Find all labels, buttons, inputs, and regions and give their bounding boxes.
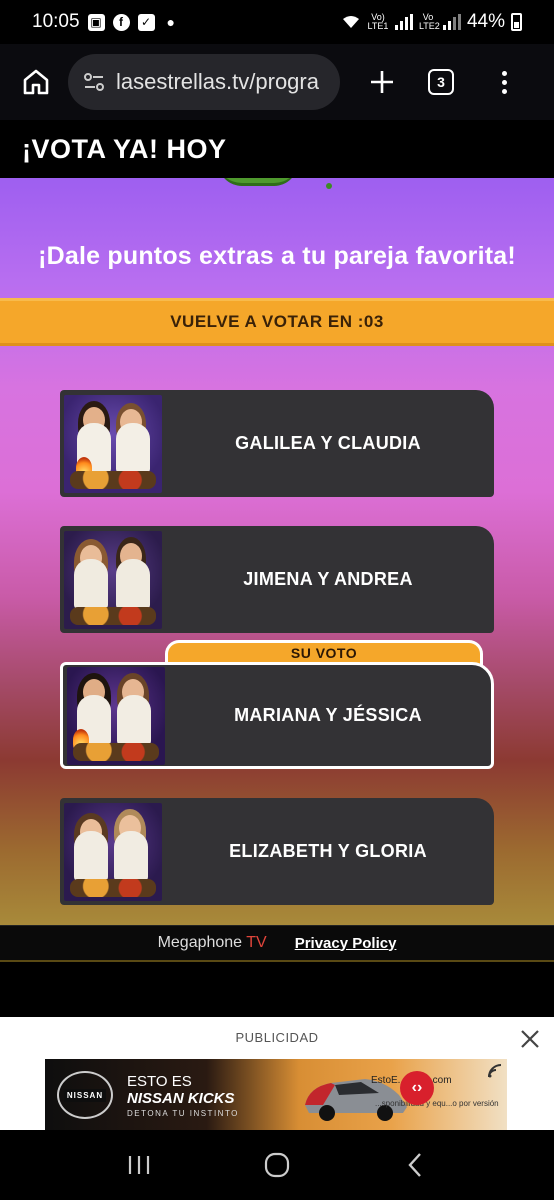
vote-timer-band: VUELVE A VOTAR EN :03 — [0, 298, 554, 346]
couple-photo — [64, 530, 162, 629]
vote-option-label: JIMENA Y ANDREA — [243, 569, 413, 589]
ad-tagline: DETONA TU INSTINTO — [127, 1109, 239, 1118]
vote-option-galilea-claudia[interactable]: GALILEA Y CLAUDIA — [60, 390, 494, 497]
nissan-logo: NISSAN — [57, 1071, 113, 1119]
ad-headline-line-1: ESTO ES — [127, 1073, 192, 1090]
back-button[interactable] — [391, 1141, 439, 1189]
show-logo — [218, 178, 298, 186]
signal-2-icon — [442, 14, 461, 30]
back-icon — [408, 1153, 421, 1177]
menu-dot-icon — [502, 88, 507, 94]
facebook-icon: f — [112, 13, 130, 31]
page-header: ¡VOTA YA! HOY — [0, 120, 554, 178]
vote-subtitle: ¡Dale puntos extras a tu pareja favorita… — [38, 242, 516, 270]
new-tab-button[interactable] — [362, 62, 402, 102]
couple-photo — [64, 394, 162, 493]
nissan-logo-text: NISSAN — [63, 1088, 107, 1102]
ad-label: PUBLICIDAD — [235, 1030, 319, 1045]
recent-apps-button[interactable] — [115, 1141, 163, 1189]
ad-container: PUBLICIDAD NISSAN ESTO ES NISSAN KICKS D… — [0, 1017, 554, 1130]
menu-dot-icon — [502, 70, 507, 76]
brand-accent: TV — [246, 934, 267, 951]
recent-apps-icon — [128, 1156, 150, 1174]
vote-option-label: ELIZABETH Y GLORIA — [229, 841, 427, 861]
url-text: lasestrellas.tv/progra — [116, 69, 319, 94]
ad-info-icon[interactable] — [487, 1063, 503, 1079]
network-2-label: Vo LTE2 — [418, 12, 440, 31]
signal-1-icon — [394, 14, 413, 30]
status-bar: 10:05 ▣ f ✓ ● Vo) LTE1 Vo LTE2 44% — [0, 0, 554, 44]
notification-dot-icon: ● — [166, 14, 176, 30]
plus-icon — [371, 71, 393, 93]
more-menu-button[interactable] — [502, 70, 507, 94]
page-title: ¡VOTA YA! HOY — [22, 133, 227, 164]
ad-expand-icon[interactable]: ‹› — [400, 1071, 434, 1105]
battery-icon — [511, 13, 522, 31]
tab-switcher-button[interactable]: 3 — [428, 69, 454, 95]
menu-dot-icon — [502, 79, 507, 85]
couple-photo — [67, 666, 165, 765]
logo-dot — [326, 183, 332, 189]
status-time: 10:05 — [32, 11, 80, 32]
battery-percentage: 44% — [466, 11, 505, 32]
spacer — [0, 962, 554, 1017]
vote-option-elizabeth-gloria[interactable]: ELIZABETH Y GLORIA — [60, 798, 494, 905]
browser-toolbar: lasestrellas.tv/progra 3 — [0, 44, 554, 120]
home-circle-icon — [264, 1152, 290, 1178]
ad-disclaimer: ...sponibilidad y equ...o por versión — [375, 1099, 499, 1108]
address-bar[interactable]: lasestrellas.tv/progra — [68, 54, 340, 110]
privacy-policy-link[interactable]: Privacy Policy — [295, 935, 397, 952]
vote-panel: ¡Dale puntos extras a tu pareja favorita… — [0, 178, 554, 925]
wifi-icon — [342, 16, 359, 28]
ad-headline-line-2: NISSAN KICKS — [127, 1090, 235, 1107]
system-nav-bar — [0, 1130, 554, 1200]
site-settings-icon[interactable] — [82, 70, 106, 94]
close-icon[interactable] — [518, 1027, 542, 1051]
ad-headline: ESTO ES NISSAN KICKS — [127, 1073, 235, 1107]
home-button[interactable] — [14, 60, 58, 104]
vote-option-label: GALILEA Y CLAUDIA — [235, 433, 421, 453]
vote-option-jimena-andrea[interactable]: JIMENA Y ANDREA — [60, 526, 494, 633]
page-footer: Megaphone TV Privacy Policy — [0, 925, 554, 960]
your-vote-label: SU VOTO — [290, 645, 358, 661]
home-icon — [23, 69, 49, 95]
vote-timer-text: VUELVE A VOTAR EN :03 — [170, 312, 384, 331]
network-1-label: Vo) LTE1 — [367, 12, 389, 31]
vote-option-mariana-jessica[interactable]: MARIANA Y JÉSSICA — [60, 662, 494, 769]
gallery-icon: ▣ — [87, 13, 105, 31]
couple-photo — [64, 802, 162, 901]
brand-text: Megaphone — [157, 934, 243, 951]
ad-banner[interactable]: NISSAN ESTO ES NISSAN KICKS DETONA TU IN… — [45, 1059, 507, 1130]
megaphone-tv-logo: Megaphone TV — [158, 934, 267, 952]
home-nav-button[interactable] — [253, 1141, 301, 1189]
vote-option-label: MARIANA Y JÉSSICA — [234, 705, 422, 725]
car-image — [305, 1079, 407, 1121]
checkbox-icon: ✓ — [137, 13, 155, 31]
